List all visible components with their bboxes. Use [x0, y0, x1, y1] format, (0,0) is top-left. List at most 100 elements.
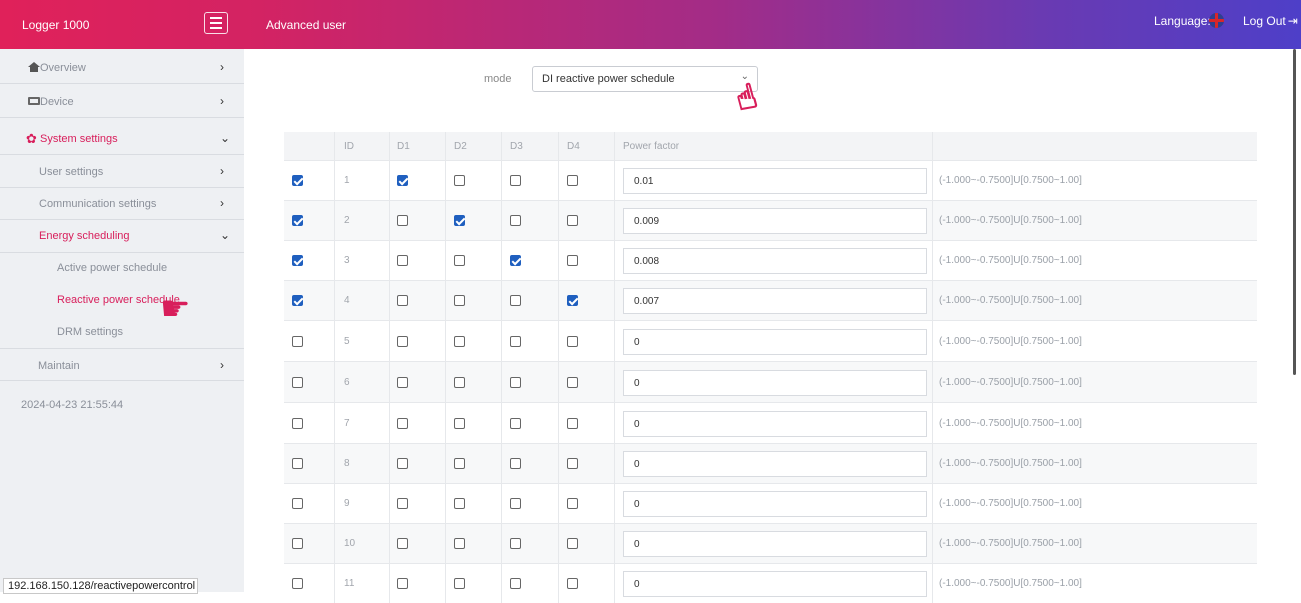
power-factor-range: (-1.000~-0.7500]U[0.7500~1.00]: [939, 418, 1082, 429]
row-select-checkbox[interactable]: [292, 498, 303, 509]
power-factor-input[interactable]: 0.007: [623, 288, 927, 314]
d4-checkbox[interactable]: [567, 295, 578, 306]
d3-checkbox[interactable]: [510, 458, 521, 469]
mode-select[interactable]: DI reactive power schedule ⌄: [532, 66, 758, 92]
power-factor-input[interactable]: 0: [623, 531, 927, 557]
row-id: 7: [344, 418, 350, 429]
chevron-right-icon: ›: [220, 94, 224, 108]
d2-checkbox[interactable]: [454, 458, 465, 469]
d3-checkbox[interactable]: [510, 538, 521, 549]
d2-checkbox[interactable]: [454, 175, 465, 186]
d1-checkbox[interactable]: [397, 175, 408, 186]
row-select-checkbox[interactable]: [292, 255, 303, 266]
row-select-checkbox[interactable]: [292, 578, 303, 589]
sidebar-item-device[interactable]: Device ›: [0, 85, 244, 118]
mode-select-value: DI reactive power schedule: [542, 73, 675, 85]
d4-checkbox[interactable]: [567, 498, 578, 509]
d4-checkbox[interactable]: [567, 538, 578, 549]
row-select-checkbox[interactable]: [292, 295, 303, 306]
sidebar-item-energy-scheduling[interactable]: Energy scheduling ⌄: [0, 219, 244, 253]
sidebar-item-maintain[interactable]: Maintain ›: [0, 348, 244, 381]
d1-checkbox[interactable]: [397, 538, 408, 549]
d3-checkbox[interactable]: [510, 418, 521, 429]
d4-checkbox[interactable]: [567, 215, 578, 226]
power-factor-input[interactable]: 0.008: [623, 248, 927, 274]
chevron-right-icon: ›: [220, 358, 224, 372]
d2-checkbox[interactable]: [454, 295, 465, 306]
d3-checkbox[interactable]: [510, 578, 521, 589]
table-row: 2 0.009 (-1.000~-0.7500]U[0.7500~1.00]: [284, 200, 1257, 240]
d2-checkbox[interactable]: [454, 336, 465, 347]
user-role: Advanced user: [266, 18, 347, 32]
d4-checkbox[interactable]: [567, 377, 578, 388]
row-select-checkbox[interactable]: [292, 377, 303, 388]
language-label: Language:: [1154, 14, 1211, 28]
d2-checkbox[interactable]: [454, 215, 465, 226]
device-icon: [28, 97, 40, 105]
power-factor-input[interactable]: 0: [623, 411, 927, 437]
menu-toggle-button[interactable]: [204, 12, 228, 34]
row-select-checkbox[interactable]: [292, 215, 303, 226]
d1-checkbox[interactable]: [397, 377, 408, 388]
logout-button[interactable]: Log Out ⇥: [1243, 14, 1298, 28]
d4-checkbox[interactable]: [567, 255, 578, 266]
power-factor-range: (-1.000~-0.7500]U[0.7500~1.00]: [939, 578, 1082, 589]
d2-checkbox[interactable]: [454, 578, 465, 589]
d1-checkbox[interactable]: [397, 578, 408, 589]
d4-checkbox[interactable]: [567, 578, 578, 589]
d2-checkbox[interactable]: [454, 377, 465, 388]
d1-checkbox[interactable]: [397, 215, 408, 226]
sidebar-item-overview[interactable]: Overview ›: [0, 51, 244, 84]
scrollbar[interactable]: [1293, 49, 1296, 375]
d2-checkbox[interactable]: [454, 418, 465, 429]
d1-checkbox[interactable]: [397, 458, 408, 469]
d3-checkbox[interactable]: [510, 215, 521, 226]
sidebar-item-system-settings[interactable]: ✿ System settings ⌄: [0, 122, 244, 155]
d1-checkbox[interactable]: [397, 295, 408, 306]
d2-checkbox[interactable]: [454, 498, 465, 509]
power-factor-input[interactable]: 0.009: [623, 208, 927, 234]
d2-checkbox[interactable]: [454, 255, 465, 266]
row-select-checkbox[interactable]: [292, 458, 303, 469]
sidebar-item-label: Energy scheduling: [39, 230, 130, 242]
row-select-checkbox[interactable]: [292, 175, 303, 186]
power-factor-input[interactable]: 0: [623, 571, 927, 597]
row-select-checkbox[interactable]: [292, 538, 303, 549]
d3-checkbox[interactable]: [510, 336, 521, 347]
power-factor-input[interactable]: 0: [623, 329, 927, 355]
power-factor-input[interactable]: 0: [623, 491, 927, 517]
sidebar-subitem-drm-settings[interactable]: DRM settings: [57, 326, 123, 338]
sidebar-subitem-active-power-schedule[interactable]: Active power schedule: [57, 262, 167, 274]
sidebar-item-communication-settings[interactable]: Communication settings ›: [0, 187, 244, 220]
column-header-d2: D2: [454, 141, 467, 152]
uk-flag-icon[interactable]: [1209, 13, 1224, 28]
sidebar-item-label: Overview: [40, 62, 86, 74]
row-select-checkbox[interactable]: [292, 418, 303, 429]
d1-checkbox[interactable]: [397, 255, 408, 266]
d3-checkbox[interactable]: [510, 255, 521, 266]
d1-checkbox[interactable]: [397, 498, 408, 509]
d1-checkbox[interactable]: [397, 418, 408, 429]
row-id: 3: [344, 255, 350, 266]
d3-checkbox[interactable]: [510, 498, 521, 509]
d3-checkbox[interactable]: [510, 377, 521, 388]
d4-checkbox[interactable]: [567, 175, 578, 186]
sidebar-item-label: User settings: [39, 166, 104, 178]
d4-checkbox[interactable]: [567, 418, 578, 429]
d2-checkbox[interactable]: [454, 538, 465, 549]
d3-checkbox[interactable]: [510, 295, 521, 306]
table-row: 11 0 (-1.000~-0.7500]U[0.7500~1.00]: [284, 563, 1257, 603]
d1-checkbox[interactable]: [397, 336, 408, 347]
row-id: 2: [344, 215, 350, 226]
d4-checkbox[interactable]: [567, 458, 578, 469]
d3-checkbox[interactable]: [510, 175, 521, 186]
sidebar-item-user-settings[interactable]: User settings ›: [0, 155, 244, 188]
power-factor-input[interactable]: 0: [623, 370, 927, 396]
power-factor-range: (-1.000~-0.7500]U[0.7500~1.00]: [939, 175, 1082, 186]
power-factor-input[interactable]: 0: [623, 451, 927, 477]
column-header-d1: D1: [397, 141, 410, 152]
row-select-checkbox[interactable]: [292, 336, 303, 347]
power-factor-input[interactable]: 0.01: [623, 168, 927, 194]
row-id: 11: [344, 578, 355, 589]
d4-checkbox[interactable]: [567, 336, 578, 347]
